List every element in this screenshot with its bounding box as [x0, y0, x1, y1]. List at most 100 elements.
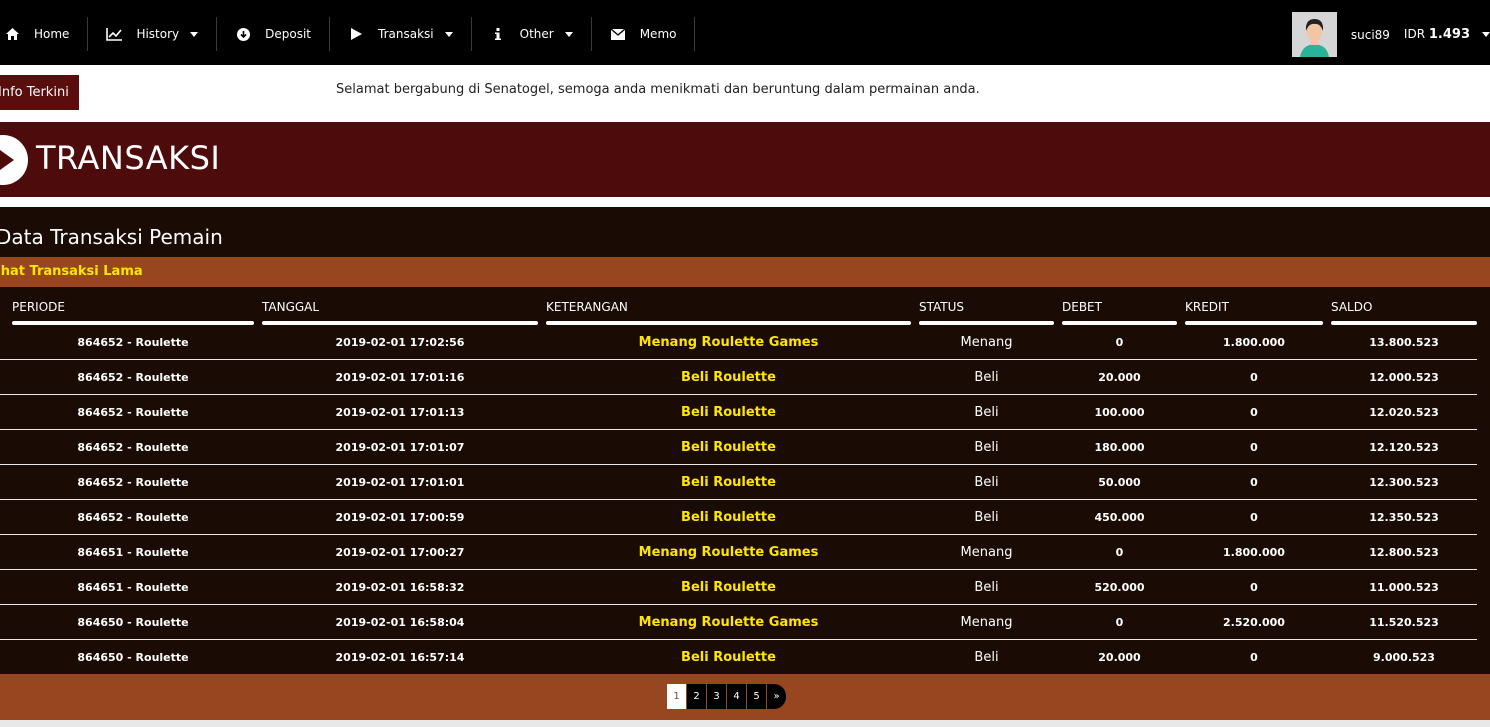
cell-keterangan: Menang Roulette Games — [638, 335, 819, 350]
cell-periode: 864651 - Roulette — [77, 546, 189, 559]
cell-periode: 864650 - Roulette — [77, 651, 189, 664]
cell-saldo: 12.120.523 — [1369, 441, 1439, 454]
cell-keterangan: Menang Roulette Games — [638, 615, 819, 630]
cell-periode: 864652 - Roulette — [77, 371, 189, 384]
cell-periode: 864652 - Roulette — [77, 336, 189, 349]
cell-periode: 864652 - Roulette — [77, 476, 189, 489]
cell-tanggal: 2019-02-01 17:01:16 — [335, 371, 465, 384]
cell-kredit: 0 — [1250, 406, 1258, 419]
avatar — [1291, 12, 1337, 57]
page-button-2[interactable]: 2 — [687, 684, 706, 709]
cell-keterangan: Beli Roulette — [681, 440, 776, 455]
cell-kredit: 0 — [1250, 476, 1258, 489]
cell-status: Beli — [974, 580, 999, 595]
table-header: PERIODE TANGGAL KETERANGAN STATUS DEBET … — [0, 287, 1490, 325]
old-transactions-bar: Lihat Transaksi Lama — [0, 257, 1490, 287]
username: suci89 — [1350, 27, 1390, 42]
cell-debet: 0 — [1115, 616, 1124, 629]
envelope-icon — [610, 26, 626, 42]
nav-home-label: Home — [34, 27, 70, 41]
cell-saldo: 11.000.523 — [1369, 581, 1439, 594]
cell-keterangan: Beli Roulette — [681, 650, 776, 665]
cell-saldo: 9.000.523 — [1373, 651, 1435, 664]
table-row: 864651 - Roulette 2019-02-01 17:00:27 Mena… — [0, 535, 1477, 570]
play-icon — [0, 150, 14, 170]
cell-kredit: 0 — [1250, 441, 1258, 454]
cell-status: Menang — [960, 335, 1013, 350]
cell-debet: 520.000 — [1094, 581, 1145, 594]
table-row: 864652 - Roulette 2019-02-01 17:01:01 Beli… — [0, 465, 1477, 500]
nav-memo[interactable]: Memo — [592, 17, 696, 51]
page-button-1[interactable]: 1 — [667, 684, 686, 709]
divider — [0, 197, 1490, 207]
cell-periode: 864652 - Roulette — [77, 511, 189, 524]
column-header-tanggal[interactable]: TANGGAL — [262, 287, 538, 325]
column-header-periode[interactable]: PERIODE — [12, 287, 254, 325]
cell-tanggal: 2019-02-01 17:01:07 — [335, 441, 465, 454]
nav-deposit[interactable]: Deposit — [217, 17, 331, 51]
cell-status: Beli — [974, 475, 999, 490]
cell-kredit: 1.800.000 — [1223, 336, 1285, 349]
pagination: 1 2 3 4 5» — [667, 684, 787, 709]
old-transactions-link[interactable]: Lihat Transaksi Lama — [0, 264, 143, 279]
cell-keterangan: Beli Roulette — [681, 580, 776, 595]
nav-transaksi[interactable]: Transaksi — [330, 17, 472, 51]
table-row: 864652 - Roulette 2019-02-01 17:01:07 Beli… — [0, 430, 1477, 465]
cell-keterangan: Beli Roulette — [681, 510, 776, 525]
cell-kredit: 2.520.000 — [1223, 616, 1285, 629]
table-row: 864650 - Roulette 2019-02-01 16:57:14 Beli… — [0, 640, 1477, 675]
chevron-down-icon — [444, 31, 453, 37]
table-row: 864652 - Roulette 2019-02-01 17:01:13 Beli… — [0, 395, 1477, 430]
cell-status: Menang — [960, 545, 1013, 560]
cell-tanggal: 2019-02-01 17:00:27 — [335, 546, 465, 559]
page-button-3[interactable]: 3 — [707, 684, 726, 709]
cell-debet: 0 — [1115, 336, 1124, 349]
cell-debet: 50.000 — [1098, 476, 1141, 489]
column-header-debet[interactable]: DEBET — [1062, 287, 1177, 325]
cell-status: Beli — [974, 440, 999, 455]
column-header-kredit[interactable]: KREDIT — [1185, 287, 1323, 325]
download-circle-icon — [235, 26, 251, 42]
panel-title: Data Transaksi Pemain — [0, 225, 223, 249]
cell-periode: 864652 - Roulette — [77, 441, 189, 454]
column-header-keterangan[interactable]: KETERANGAN — [546, 287, 911, 325]
cell-kredit: 1.800.000 — [1223, 546, 1285, 559]
nav-other[interactable]: Other — [472, 17, 592, 51]
cell-keterangan: Beli Roulette — [681, 475, 776, 490]
user-menu[interactable]: suci89 IDR 1.493 — [1291, 12, 1490, 57]
cell-tanggal: 2019-02-01 17:00:59 — [335, 511, 465, 524]
cell-tanggal: 2019-02-01 16:58:04 — [335, 616, 465, 629]
transaction-panel: Data Transaksi Pemain Lihat Transaksi La… — [0, 207, 1490, 720]
cell-debet: 0 — [1115, 546, 1124, 559]
table-row: 864650 - Roulette 2019-02-01 16:58:04 Mena… — [0, 605, 1477, 640]
cell-tanggal: 2019-02-01 16:57:14 — [335, 651, 465, 664]
cell-status: Beli — [974, 405, 999, 420]
play-icon — [348, 26, 364, 42]
nav-home[interactable]: Home — [0, 17, 89, 51]
cell-tanggal: 2019-02-01 16:58:32 — [335, 581, 465, 594]
column-header-saldo[interactable]: SALDO — [1331, 287, 1477, 325]
pagination-bar: 1 2 3 4 5» — [0, 674, 1490, 720]
page-banner: TRANSAKSI — [0, 122, 1490, 197]
nav-other-label: Other — [519, 27, 554, 41]
chevron-down-icon — [564, 31, 573, 37]
cell-status: Beli — [974, 370, 999, 385]
cell-status: Menang — [960, 615, 1013, 630]
column-header-status[interactable]: STATUS — [919, 287, 1054, 325]
cell-keterangan: Menang Roulette Games — [638, 545, 819, 560]
cell-debet: 20.000 — [1098, 371, 1141, 384]
page-button-5[interactable]: 5 — [747, 684, 766, 709]
cell-keterangan: Beli Roulette — [681, 405, 776, 420]
home-icon — [4, 26, 20, 42]
table-row: 864652 - Roulette 2019-02-01 17:02:56 Mena… — [0, 325, 1477, 360]
next-page-button[interactable]: » — [767, 684, 786, 709]
table-row: 864652 - Roulette 2019-02-01 17:01:16 Beli… — [0, 360, 1477, 395]
page-button-4[interactable]: 4 — [727, 684, 746, 709]
balance: IDR 1.493 — [1404, 27, 1470, 42]
nav-history[interactable]: History — [88, 17, 218, 51]
cell-saldo: 12.000.523 — [1369, 371, 1439, 384]
cell-debet: 100.000 — [1094, 406, 1145, 419]
currency: IDR — [1403, 27, 1426, 41]
cell-tanggal: 2019-02-01 17:02:56 — [335, 336, 465, 349]
info-badge: Info Terkini — [0, 75, 79, 110]
